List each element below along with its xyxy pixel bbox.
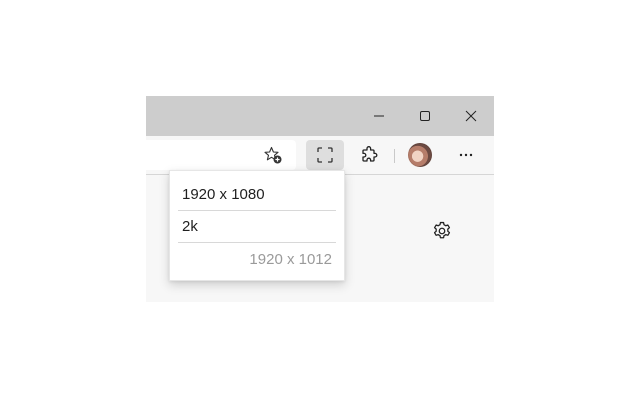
avatar — [408, 143, 432, 167]
close-icon — [465, 110, 477, 122]
screen: 1920 x 1080 2k 1920 x 1012 — [0, 0, 640, 400]
minimize-button[interactable] — [356, 96, 402, 136]
maximize-button[interactable] — [402, 96, 448, 136]
add-favorite-star-icon — [263, 145, 283, 165]
maximize-icon — [419, 110, 431, 122]
puzzle-piece-icon — [360, 146, 378, 164]
toolbar-separator — [394, 149, 395, 163]
minimize-icon — [373, 110, 385, 122]
add-favorite-button[interactable] — [258, 140, 288, 170]
settings-button[interactable] — [426, 215, 458, 247]
ellipsis-icon — [458, 147, 474, 163]
resolution-option-2k[interactable]: 2k — [178, 211, 336, 243]
resolution-dropdown: 1920 x 1080 2k 1920 x 1012 — [169, 170, 345, 281]
fullscreen-button[interactable] — [306, 140, 344, 170]
resolution-option-1920x1080[interactable]: 1920 x 1080 — [178, 179, 336, 211]
title-bar — [146, 96, 494, 136]
current-resolution-label: 1920 x 1012 — [249, 250, 332, 268]
extensions-button[interactable] — [352, 140, 386, 170]
fullscreen-icon — [316, 146, 334, 164]
profile-button[interactable] — [403, 140, 437, 170]
gear-icon — [431, 220, 453, 242]
close-button[interactable] — [448, 96, 494, 136]
settings-and-more-button[interactable] — [449, 140, 483, 170]
